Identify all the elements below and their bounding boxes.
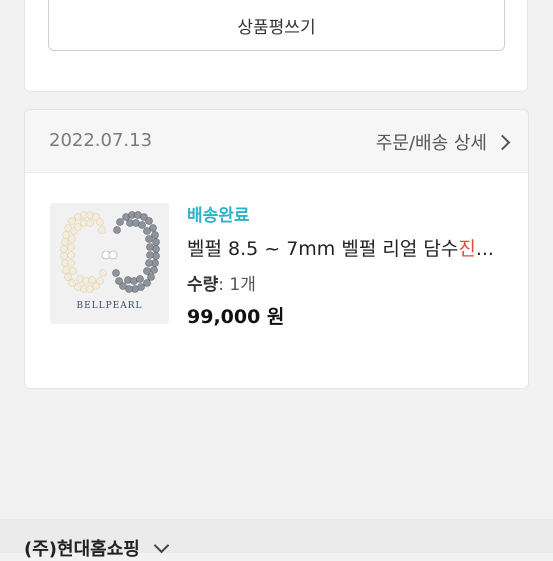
product-price: 99,000 원: [187, 306, 285, 328]
order-detail-link[interactable]: 주문/배송 상세: [375, 129, 511, 155]
product-name-prefix: 벨펄 8.5 ~ 7mm 벨펄 리얼 담수: [187, 238, 459, 260]
product-name-ellipsis: ...: [475, 238, 494, 260]
footer-bar: (주)현대홈쇼핑: [0, 519, 553, 560]
product-thumbnail[interactable]: BELLPEARL: [50, 203, 169, 324]
order-card: 2022.07.13 주문/배송 상세 BELLPEARL 배송완료 벨펄 8.…: [24, 109, 529, 389]
quantity-value: : 1개: [218, 275, 256, 295]
company-name: (주)현대홈쇼핑: [24, 539, 140, 560]
chevron-down-icon: [153, 537, 170, 553]
order-detail-label: 주문/배송 상세: [375, 133, 487, 154]
company-toggle[interactable]: (주)현대홈쇼핑: [24, 535, 170, 561]
product-name-highlight: 진: [458, 238, 476, 260]
product-brand-mark: BELLPEARL: [76, 301, 143, 311]
order-date: 2022.07.13: [49, 130, 153, 151]
quantity-label: 수량: [187, 275, 219, 295]
quantity: 수량: 1개: [187, 270, 256, 295]
product-name[interactable]: 벨펄 8.5 ~ 7mm 벨펄 리얼 담수진...: [187, 234, 507, 261]
write-review-button[interactable]: 상품평쓰기: [48, 0, 505, 51]
chevron-right-icon: [494, 134, 511, 150]
delivery-status: 배송완료: [187, 206, 250, 226]
review-card: 상품평쓰기: [24, 0, 528, 92]
order-header: 2022.07.13 주문/배송 상세: [25, 110, 528, 173]
